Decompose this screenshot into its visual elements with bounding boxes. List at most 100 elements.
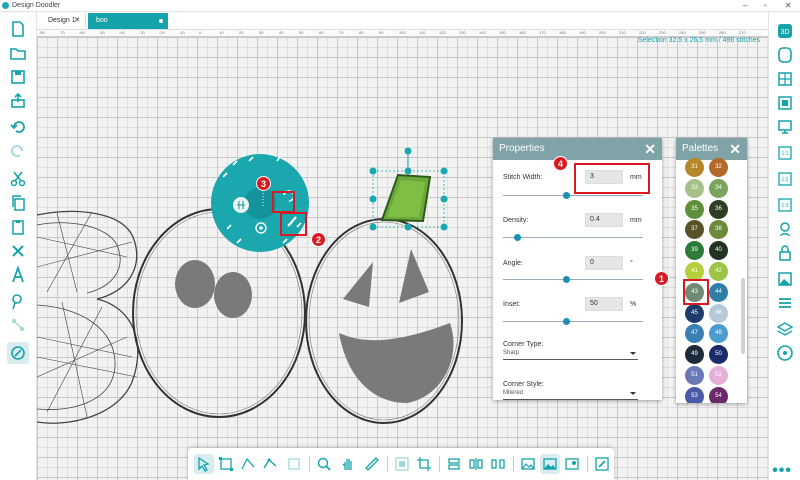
zoom-1to2-icon[interactable]: 1:2 bbox=[774, 168, 796, 190]
angle-unit: ° bbox=[630, 260, 633, 267]
document-tabs: Design 1 ✕ boo bbox=[37, 12, 768, 30]
corner-type-select[interactable]: Sharp bbox=[503, 350, 638, 360]
select-pointer-icon[interactable] bbox=[194, 454, 214, 474]
zoom-icon[interactable] bbox=[314, 454, 334, 474]
color-swatch-54[interactable]: 54 bbox=[709, 386, 728, 403]
pan-hand-icon[interactable] bbox=[338, 454, 358, 474]
hoop-icon[interactable] bbox=[774, 44, 796, 66]
cut-icon[interactable] bbox=[7, 168, 29, 190]
distribute-icon[interactable] bbox=[466, 454, 486, 474]
color-swatch-49[interactable]: 49 bbox=[685, 345, 704, 365]
zoom-1to3-icon[interactable]: 1:3 bbox=[774, 194, 796, 216]
pumpkin-stem[interactable] bbox=[369, 147, 448, 231]
color-swatch-45[interactable]: 45 bbox=[685, 303, 704, 323]
crop-icon[interactable] bbox=[414, 454, 434, 474]
picture-icon[interactable] bbox=[518, 454, 538, 474]
slider-knob[interactable] bbox=[563, 192, 570, 199]
color-swatch-34[interactable]: 34 bbox=[709, 178, 728, 198]
color-swatch-38[interactable]: 38 bbox=[709, 220, 728, 240]
close-window-icon[interactable]: ✕ bbox=[785, 1, 792, 10]
group-icon[interactable] bbox=[392, 454, 412, 474]
more-options-icon[interactable]: ••• bbox=[772, 462, 792, 480]
minimize-icon[interactable]: – bbox=[743, 1, 747, 10]
undo-icon[interactable] bbox=[7, 116, 29, 138]
flip-icon[interactable] bbox=[488, 454, 508, 474]
pumpkin-face[interactable] bbox=[305, 218, 463, 424]
ruler-tick-label: -50 bbox=[99, 30, 105, 35]
head-icon[interactable] bbox=[774, 218, 796, 240]
save-icon[interactable] bbox=[7, 66, 29, 88]
layers-icon[interactable] bbox=[774, 318, 796, 340]
new-file-icon[interactable] bbox=[7, 18, 29, 40]
paste-icon[interactable] bbox=[7, 216, 29, 238]
color-swatch-47[interactable]: 47 bbox=[685, 324, 704, 344]
inset-input[interactable]: 50 bbox=[585, 297, 623, 311]
ruler-tick-label: -20 bbox=[159, 30, 165, 35]
color-swatch-50[interactable]: 50 bbox=[709, 345, 728, 365]
reshape-icon[interactable] bbox=[260, 454, 280, 474]
open-folder-icon[interactable] bbox=[7, 42, 29, 64]
measure-ruler-icon[interactable] bbox=[362, 454, 382, 474]
slider-knob[interactable] bbox=[563, 276, 570, 283]
callout-box-1 bbox=[683, 279, 709, 305]
palettes-scrollbar[interactable] bbox=[741, 278, 745, 354]
color-swatch-37[interactable]: 37 bbox=[685, 220, 704, 240]
magic-wand-icon[interactable] bbox=[284, 454, 304, 474]
transform-box-icon[interactable] bbox=[216, 454, 236, 474]
fit-view-icon[interactable] bbox=[774, 92, 796, 114]
properties-tool-icon[interactable] bbox=[7, 342, 29, 364]
color-swatch-39[interactable]: 39 bbox=[685, 241, 704, 261]
color-swatch-48[interactable]: 48 bbox=[709, 324, 728, 344]
redo-icon[interactable] bbox=[7, 140, 29, 162]
color-swatch-53[interactable]: 53 bbox=[685, 386, 704, 403]
color-swatch-35[interactable]: 35 bbox=[685, 199, 704, 219]
density-input[interactable]: 0.4 bbox=[585, 213, 623, 227]
delete-icon[interactable] bbox=[7, 240, 29, 262]
text-icon[interactable] bbox=[7, 264, 29, 286]
nodes-icon[interactable] bbox=[7, 314, 29, 336]
tab-boo[interactable]: boo bbox=[88, 13, 168, 29]
grid-icon[interactable] bbox=[774, 68, 796, 90]
angle-slider[interactable] bbox=[503, 276, 643, 283]
color-swatch-42[interactable]: 42 bbox=[709, 262, 728, 281]
picture-stitch-icon[interactable] bbox=[540, 454, 560, 474]
color-swatch-40[interactable]: 40 bbox=[709, 241, 728, 261]
slider-knob[interactable] bbox=[563, 318, 570, 325]
close-palettes-icon[interactable]: ✕ bbox=[729, 138, 741, 160]
node-edit-icon[interactable] bbox=[238, 454, 258, 474]
copy-icon[interactable] bbox=[7, 192, 29, 214]
picture-trace-icon[interactable] bbox=[562, 454, 582, 474]
zoom-1to1-icon[interactable]: 1:1 bbox=[774, 142, 796, 164]
color-swatch-31[interactable]: 31 bbox=[685, 158, 704, 177]
color-swatch-52[interactable]: 52 bbox=[709, 366, 728, 385]
stitch-width-slider[interactable] bbox=[503, 192, 643, 199]
tab-design-1[interactable]: Design 1 ✕ bbox=[40, 13, 86, 29]
color-swatch-33[interactable]: 33 bbox=[685, 178, 704, 198]
density-slider[interactable] bbox=[503, 234, 643, 241]
color-wheel-icon[interactable] bbox=[774, 342, 796, 364]
color-swatch-46[interactable]: 46 bbox=[709, 303, 728, 323]
close-tab-icon[interactable]: ✕ bbox=[74, 13, 80, 29]
monitor-icon[interactable] bbox=[774, 116, 796, 138]
lock-icon[interactable] bbox=[774, 242, 796, 264]
corner-style-select[interactable]: Mitered bbox=[503, 390, 638, 400]
color-swatch-51[interactable]: 51 bbox=[685, 366, 704, 385]
image-icon[interactable] bbox=[774, 268, 796, 290]
inset-slider[interactable] bbox=[503, 318, 643, 325]
ruler-tick-label: 230 bbox=[659, 30, 666, 35]
close-properties-icon[interactable]: ✕ bbox=[644, 138, 656, 160]
color-swatch-36[interactable]: 36 bbox=[709, 199, 728, 219]
export-icon[interactable] bbox=[7, 90, 29, 112]
paint-icon[interactable] bbox=[592, 454, 612, 474]
3d-view-icon[interactable]: 3D bbox=[774, 20, 796, 42]
align-center-icon[interactable] bbox=[444, 454, 464, 474]
angle-input[interactable]: 0 bbox=[585, 256, 623, 270]
color-swatch-32[interactable]: 32 bbox=[709, 158, 728, 177]
maximize-icon[interactable]: ▫ bbox=[764, 1, 767, 10]
ruler-tick-label: 20 bbox=[239, 30, 244, 35]
digitize-icon[interactable] bbox=[7, 290, 29, 312]
slider-knob[interactable] bbox=[514, 234, 521, 241]
letter-b-web[interactable] bbox=[37, 210, 139, 424]
color-swatch-44[interactable]: 44 bbox=[709, 282, 728, 302]
align-icon[interactable] bbox=[774, 292, 796, 314]
